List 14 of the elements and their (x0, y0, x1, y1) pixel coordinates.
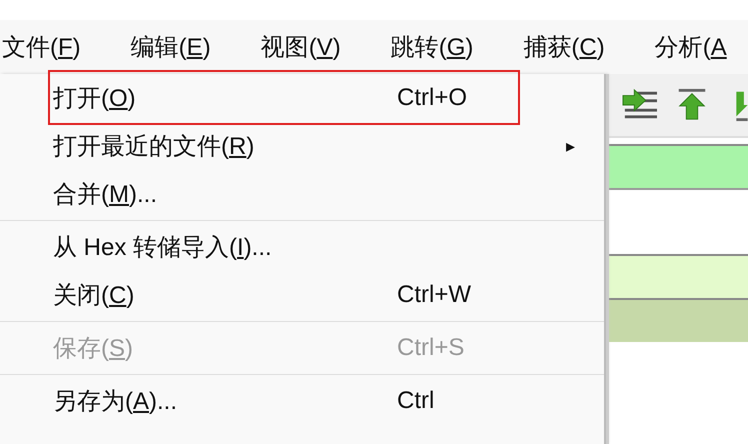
packet-row[interactable] (609, 254, 748, 298)
menu-item[interactable]: 合并(M)... (0, 170, 604, 218)
packet-row[interactable] (609, 144, 748, 188)
menu-bar-item[interactable]: 编辑(E) (130, 27, 211, 67)
menu-bar-item[interactable]: 分析(A (654, 27, 727, 67)
menu-bar-item[interactable]: 捕获(C) (523, 27, 605, 67)
menu-bar-item[interactable]: 跳转(G) (390, 27, 474, 67)
menu-bar-item[interactable]: 文件(F) (2, 27, 81, 67)
menu-item[interactable]: 另存为(A)... Ctrl (0, 377, 604, 425)
menu-item[interactable]: 从 Hex 转储导入(I)... (0, 223, 604, 271)
menu-item[interactable]: 打开最近的文件(R) ▸ (0, 122, 604, 170)
menu-bar-item[interactable]: 视图(V) (260, 27, 341, 67)
packet-row[interactable] (609, 298, 748, 342)
menu-item[interactable]: 关闭(C) Ctrl+W (0, 271, 604, 319)
